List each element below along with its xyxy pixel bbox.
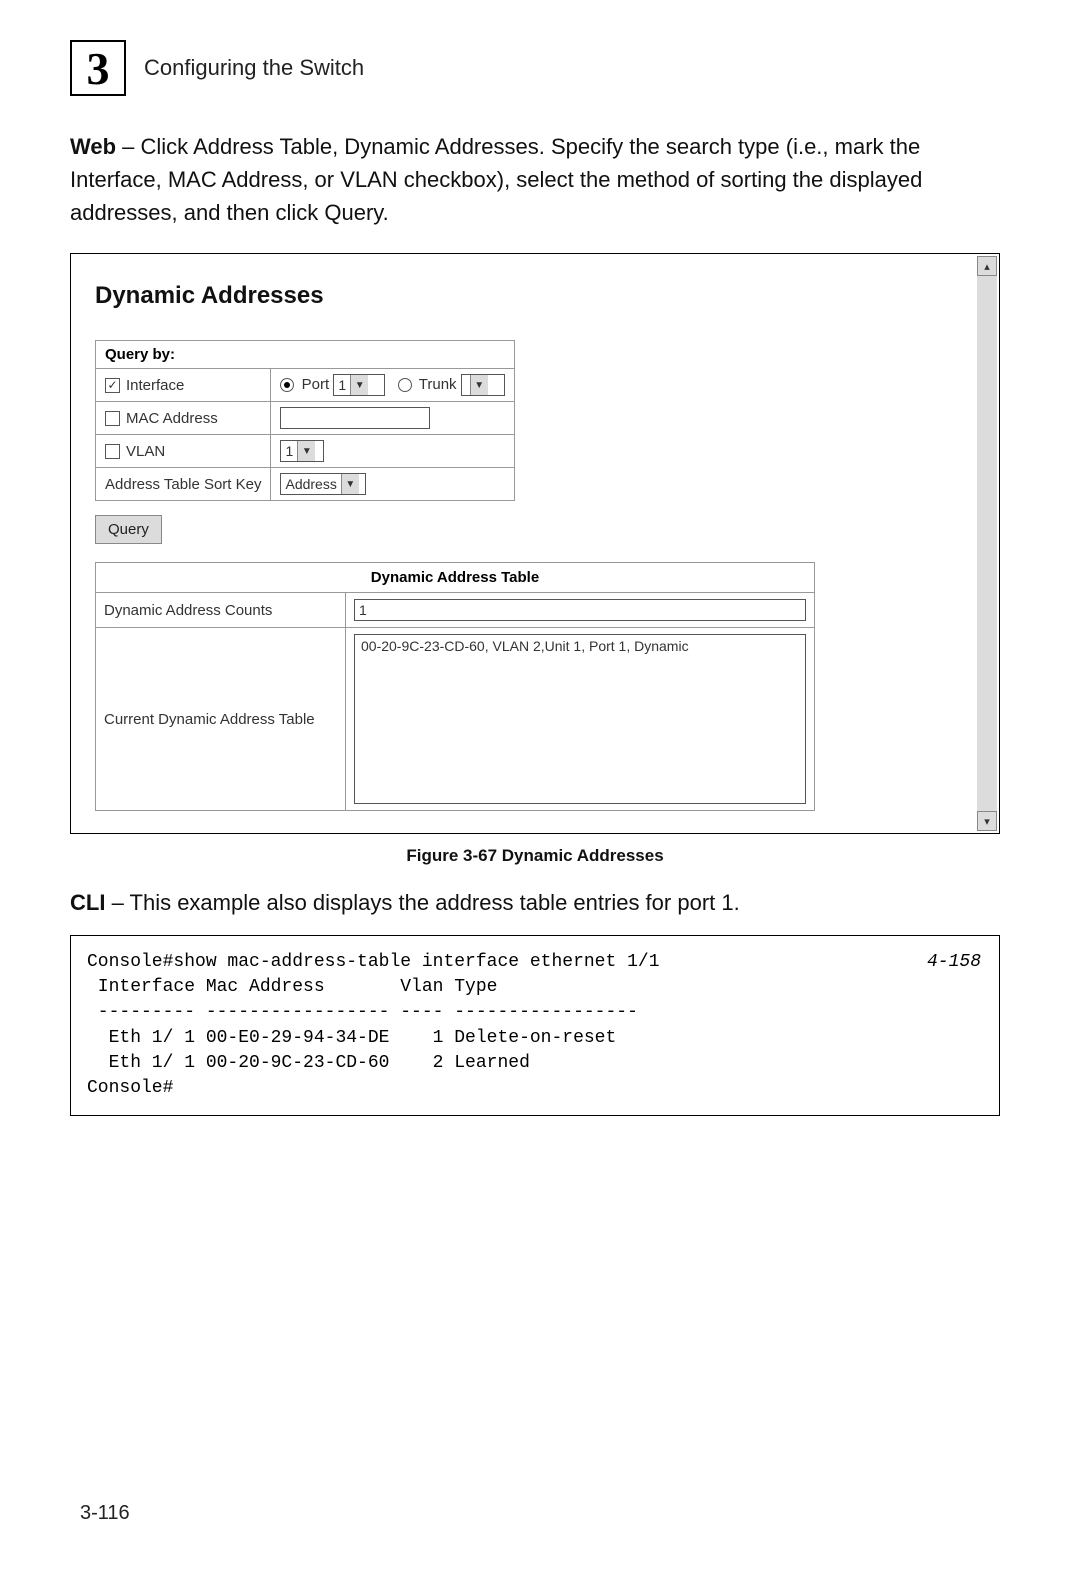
cli-page-ref: 4-158	[927, 950, 981, 975]
scroll-down-icon[interactable]: ▾	[977, 811, 997, 831]
current-table-cell: 00-20-9C-23-CD-60, VLAN 2,Unit 1, Port 1…	[346, 628, 815, 811]
query-button[interactable]: Query	[95, 515, 162, 544]
trunk-select[interactable]: ▼	[461, 374, 505, 396]
mac-row-label-cell: MAC Address	[96, 402, 271, 435]
dropdown-icon: ▼	[470, 375, 488, 395]
interface-row-controls: Port 1 ▼ Trunk ▼	[271, 369, 514, 402]
figure-caption: Figure 3-67 Dynamic Addresses	[70, 846, 1000, 866]
chapter-badge: 3	[70, 40, 126, 96]
cli-line-1: Console#show mac-address-table interface…	[87, 952, 660, 972]
web-prefix: Web	[70, 134, 116, 159]
dropdown-icon: ▼	[297, 441, 315, 461]
port-select[interactable]: 1 ▼	[333, 374, 385, 396]
vlan-checkbox[interactable]	[105, 444, 120, 459]
cli-prefix: CLI	[70, 890, 105, 915]
scrollbar[interactable]: ▴ ▾	[977, 256, 997, 831]
address-table-header: Dynamic Address Table	[96, 563, 815, 593]
chapter-title: Configuring the Switch	[144, 55, 364, 81]
interface-label: Interface	[126, 377, 184, 394]
vlan-value: 1	[285, 443, 293, 459]
trunk-radio[interactable]	[398, 378, 412, 392]
interface-checkbox[interactable]: ✓	[105, 378, 120, 393]
web-text: – Click Address Table, Dynamic Addresses…	[70, 134, 922, 225]
cli-output-box: 4-158 Console#show mac-address-table inte…	[70, 935, 1000, 1116]
port-radio[interactable]	[280, 378, 294, 392]
web-instructions: Web – Click Address Table, Dynamic Addre…	[70, 130, 1000, 229]
mac-row-controls	[271, 402, 514, 435]
cli-line-6: Console#	[87, 1078, 173, 1098]
cli-line-5: Eth 1/ 1 00-20-9C-23-CD-60 2 Learned	[87, 1053, 530, 1073]
cli-text: – This example also displays the address…	[105, 890, 739, 915]
query-by-header: Query by:	[96, 341, 515, 369]
counts-label: Dynamic Address Counts	[96, 593, 346, 628]
query-by-table: Query by: ✓ Interface Port 1 ▼ Trunk ▼	[95, 340, 515, 501]
sort-key-label: Address Table Sort Key	[96, 468, 271, 501]
panel-title: Dynamic Addresses	[95, 282, 975, 310]
port-value: 1	[338, 377, 346, 393]
scroll-up-icon[interactable]: ▴	[977, 256, 997, 276]
page-number: 3-116	[80, 1502, 130, 1525]
dropdown-icon: ▼	[341, 474, 359, 494]
mac-input[interactable]	[280, 407, 430, 429]
dynamic-addresses-screenshot: ▴ ▾ Dynamic Addresses Query by: ✓ Interfa…	[70, 253, 1000, 834]
counts-cell: 1	[346, 593, 815, 628]
counts-field[interactable]: 1	[354, 599, 806, 621]
cli-instructions: CLI – This example also displays the add…	[70, 886, 1000, 919]
interface-row-label-cell: ✓ Interface	[96, 369, 271, 402]
sort-key-value: Address	[285, 476, 336, 492]
current-table-label: Current Dynamic Address Table	[96, 628, 346, 811]
page-header: 3 Configuring the Switch	[70, 40, 1000, 96]
counts-value: 1	[359, 602, 367, 618]
dynamic-address-table: Dynamic Address Table Dynamic Address Co…	[95, 562, 815, 811]
sort-key-controls: Address ▼	[271, 468, 514, 501]
sort-key-select[interactable]: Address ▼	[280, 473, 366, 495]
chapter-number: 3	[87, 42, 110, 95]
vlan-select[interactable]: 1 ▼	[280, 440, 324, 462]
port-label: Port	[302, 376, 330, 393]
vlan-row-controls: 1 ▼	[271, 435, 514, 468]
mac-checkbox[interactable]	[105, 411, 120, 426]
vlan-row-label-cell: VLAN	[96, 435, 271, 468]
dropdown-icon: ▼	[350, 375, 368, 395]
cli-line-2: Interface Mac Address Vlan Type	[87, 977, 497, 997]
cli-line-3: --------- ----------------- ---- -------…	[87, 1002, 638, 1022]
current-table-listbox[interactable]: 00-20-9C-23-CD-60, VLAN 2,Unit 1, Port 1…	[354, 634, 806, 804]
mac-label: MAC Address	[126, 410, 218, 427]
trunk-label: Trunk	[419, 376, 457, 393]
cli-line-4: Eth 1/ 1 00-E0-29-94-34-DE 1 Delete-on-r…	[87, 1028, 616, 1048]
current-table-entry: 00-20-9C-23-CD-60, VLAN 2,Unit 1, Port 1…	[361, 638, 689, 654]
vlan-label: VLAN	[126, 443, 165, 460]
